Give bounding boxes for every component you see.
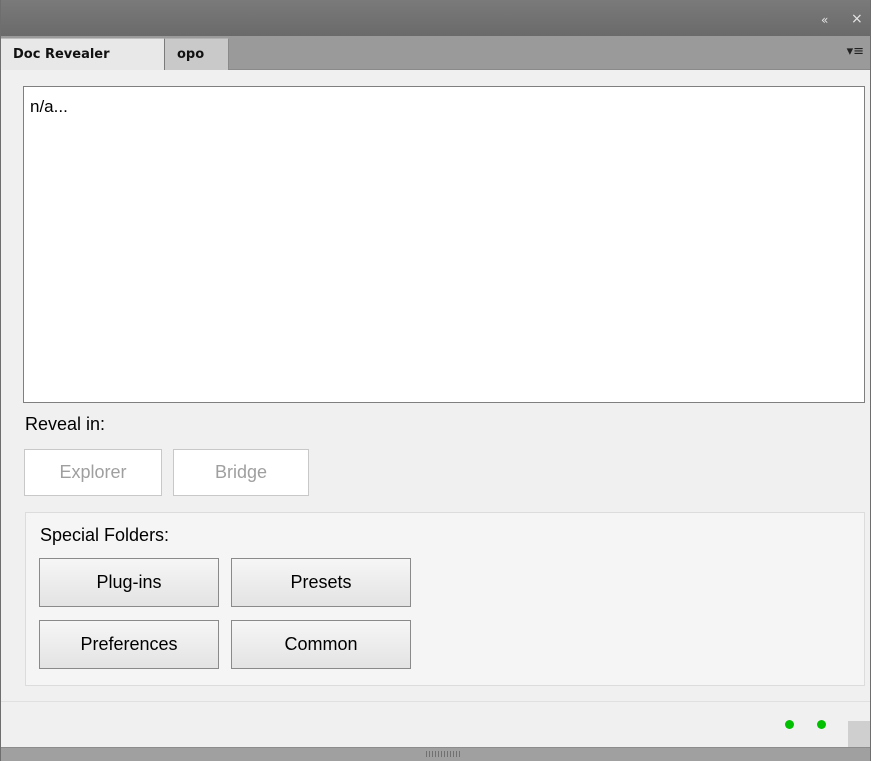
reveal-in-label: Reveal in: (25, 414, 106, 434)
bridge-button[interactable]: Bridge (173, 449, 309, 496)
close-icon[interactable]: × (851, 11, 863, 27)
resize-grip-icon[interactable] (848, 721, 870, 749)
tab-opo[interactable]: opo (165, 38, 229, 70)
tab-bar: Doc Revealer opo ▾≡ (1, 36, 870, 70)
panel-content: n/a... Reveal in: Explorer Bridge Specia… (1, 70, 870, 701)
tab-doc-revealer[interactable]: Doc Revealer (1, 38, 165, 70)
common-button[interactable]: Common (231, 620, 411, 669)
special-folders-group: Special Folders: Plug-ins Presets Prefer… (25, 512, 865, 686)
panel-titlebar[interactable]: « × (1, 0, 870, 36)
preferences-button[interactable]: Preferences (39, 620, 219, 669)
explorer-button[interactable]: Explorer (24, 449, 162, 496)
plug-ins-button[interactable]: Plug-ins (39, 558, 219, 607)
double-chevron-left-icon[interactable]: « (821, 13, 828, 27)
status-indicator-dot (785, 720, 794, 729)
vertical-resize-handle[interactable] (426, 751, 462, 757)
special-folders-label: Special Folders: (40, 525, 170, 545)
panel-menu-icon[interactable]: ▾≡ (847, 44, 864, 59)
presets-button[interactable]: Presets (231, 558, 411, 607)
panel-bottom-bar (1, 747, 870, 761)
doc-revealer-panel: « × Doc Revealer opo ▾≡ n/a... Reveal in… (0, 0, 871, 761)
status-indicator-dot (817, 720, 826, 729)
document-path-box[interactable]: n/a... (23, 86, 865, 403)
